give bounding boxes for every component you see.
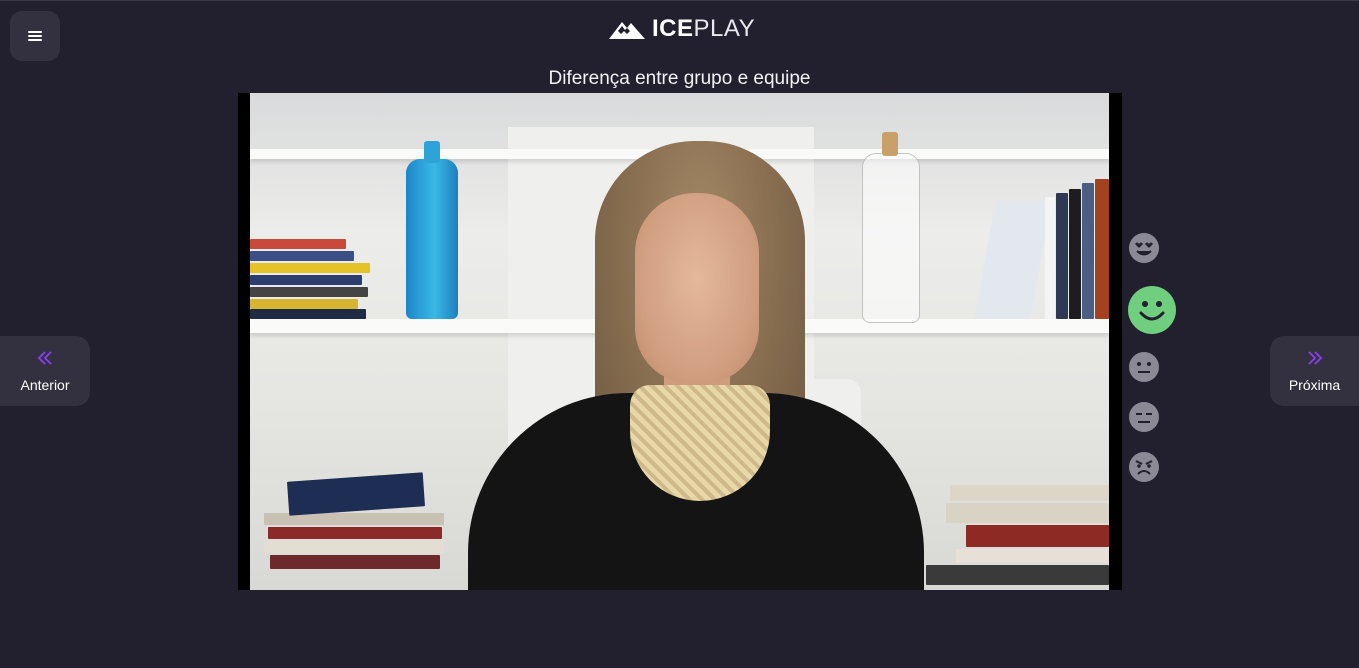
unamused-face-icon[interactable] [1129,402,1159,432]
book [966,525,1109,547]
iceplay-player-page: ICEPLAY Diferença entre grupo e equipe A… [0,0,1359,668]
video-frame[interactable] [250,93,1109,590]
book [270,555,440,569]
video-player[interactable] [238,93,1122,590]
book [250,299,358,309]
smile-face-icon[interactable] [1127,285,1177,335]
book [250,263,370,273]
book [250,275,362,285]
book [926,565,1109,585]
previous-button-label: Anterior [20,376,70,393]
double-chevron-right-icon [1307,350,1323,369]
video-title: Diferença entre grupo e equipe [548,68,811,89]
book [1095,179,1109,319]
book [1069,189,1081,319]
blue-bottle [406,141,458,319]
book [956,549,1109,563]
book [950,485,1109,501]
love-face-icon[interactable] [1129,233,1159,263]
next-button[interactable]: Próxima [1270,336,1359,406]
book [264,541,444,553]
book [946,503,1109,523]
hamburger-menu-icon [28,31,42,41]
book [1045,197,1055,319]
book [250,251,354,261]
neutral-face-icon[interactable] [1129,352,1159,382]
presenter-face [635,193,759,383]
logo-text-bold: ICE [652,15,694,42]
mountain-logo-icon [609,22,645,39]
book [1056,193,1068,319]
book [1082,183,1094,319]
angry-face-icon[interactable] [1129,452,1159,482]
logo-text-light: PLAY [693,15,756,42]
menu-button[interactable] [10,11,60,61]
book [250,309,366,319]
iceplay-logo: ICEPLAY [608,15,755,43]
previous-button[interactable]: Anterior [0,336,90,406]
glass-bottle [862,132,920,323]
double-chevron-left-icon [37,350,53,369]
book [250,287,368,297]
logo-text: ICEPLAY [652,15,755,43]
book [286,472,426,516]
book [974,201,1052,319]
book [268,527,442,539]
next-button-label: Próxima [1288,376,1341,393]
book [250,239,346,249]
